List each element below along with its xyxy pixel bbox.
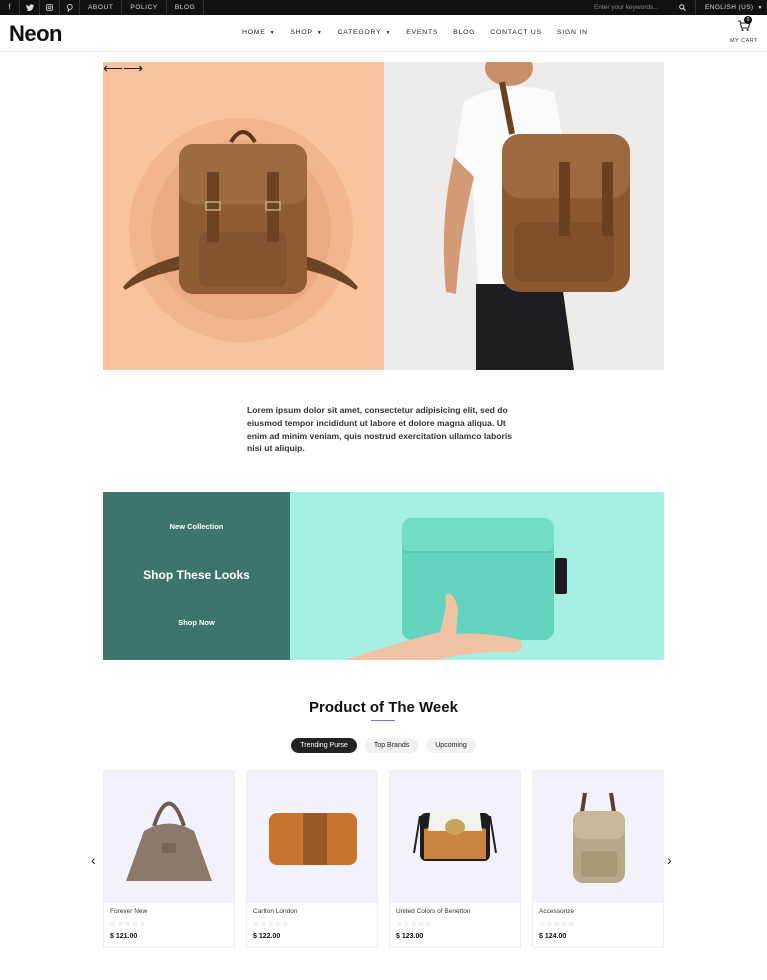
chevron-right-icon[interactable]: › bbox=[667, 852, 672, 868]
nav-item-sign-in[interactable]: SIGN IN bbox=[557, 29, 588, 36]
arrow-right-icon[interactable]: ⟶ bbox=[123, 61, 143, 75]
product-tabs: Trending Purse Top Brands Upcoming bbox=[0, 738, 767, 753]
tab-top-brands[interactable]: Top Brands bbox=[364, 738, 419, 753]
arrow-left-icon[interactable]: ⟵ bbox=[103, 61, 123, 75]
caret-down-icon: ▼ bbox=[316, 29, 323, 36]
hero-model-image bbox=[384, 62, 664, 370]
promo-banner: New Collection Shop These Looks Shop Now bbox=[103, 492, 664, 660]
top-bar: f ABOUT POLICY BLOG ENGLISH (US) ▼ bbox=[0, 0, 767, 15]
product-price: $ 124.00 bbox=[539, 933, 567, 940]
top-links: ABOUT POLICY BLOG bbox=[80, 0, 205, 15]
language-selector[interactable]: ENGLISH (US) ▼ bbox=[700, 0, 763, 15]
product-grid: Forever New ☆☆☆☆☆ $ 121.00 Carlton Londo… bbox=[103, 770, 664, 948]
policy-link[interactable]: POLICY bbox=[122, 0, 167, 15]
rating-stars: ☆☆☆☆☆ bbox=[253, 921, 290, 928]
hero-slider bbox=[103, 62, 664, 370]
nav-item-contact[interactable]: CONTACT US bbox=[490, 29, 542, 36]
intro-text: Lorem ipsum dolor sit amet, consectetur … bbox=[247, 405, 513, 454]
twitter-icon[interactable] bbox=[20, 0, 40, 15]
rating-stars: ☆☆☆☆☆ bbox=[539, 921, 576, 928]
chevron-down-icon: ▼ bbox=[757, 4, 763, 11]
product-price: $ 122.00 bbox=[253, 933, 281, 940]
product-card[interactable]: United Colors of Benetton ☆☆☆☆☆ $ 123.00 bbox=[389, 770, 521, 948]
nav-label: SIGN IN bbox=[556, 29, 588, 36]
nav-item-events[interactable]: EVENTS bbox=[406, 29, 438, 36]
language-label: ENGLISH (US) bbox=[705, 4, 754, 11]
title-underline bbox=[371, 720, 395, 721]
instagram-icon[interactable] bbox=[40, 0, 60, 15]
main-nav: HOME ▼ SHOP ▼ CATEGORY ▼ EVENTS BLOG CONTAC… bbox=[242, 29, 603, 36]
hero-product-image bbox=[103, 62, 384, 370]
social-links: f bbox=[0, 0, 80, 15]
nav-item-blog[interactable]: BLOG bbox=[453, 29, 475, 36]
nav-item-home[interactable]: HOME ▼ bbox=[242, 29, 275, 36]
nav-label: SHOP bbox=[290, 29, 313, 36]
cart-label: MY CART bbox=[729, 38, 759, 44]
product-card[interactable]: Carlton London ☆☆☆☆☆ $ 122.00 bbox=[246, 770, 378, 948]
product-card[interactable]: Forever New ☆☆☆☆☆ $ 121.00 bbox=[103, 770, 235, 948]
cart-button[interactable]: 0 MY CART bbox=[728, 16, 760, 44]
tab-upcoming[interactable]: Upcoming bbox=[426, 738, 476, 753]
product-price: $ 123.00 bbox=[396, 933, 424, 940]
product-price: $ 121.00 bbox=[110, 933, 138, 940]
nav-label: BLOG bbox=[453, 29, 476, 36]
search-input[interactable] bbox=[588, 2, 676, 13]
nav-item-shop[interactable]: SHOP ▼ bbox=[290, 29, 322, 36]
nav-label: EVENTS bbox=[406, 29, 439, 36]
promo-title: Shop These Looks bbox=[143, 568, 250, 582]
product-card[interactable]: Accessorize ☆☆☆☆☆ $ 124.00 bbox=[532, 770, 664, 948]
caret-down-icon: ▼ bbox=[269, 29, 276, 36]
nav-label: CONTACT US bbox=[490, 29, 542, 36]
facebook-icon[interactable]: f bbox=[0, 0, 20, 15]
logo[interactable]: Neon bbox=[9, 21, 63, 47]
nav-label: CATEGORY bbox=[337, 29, 382, 36]
product-image[interactable] bbox=[533, 771, 663, 903]
product-name[interactable]: Accessorize bbox=[539, 908, 574, 915]
rating-stars: ☆☆☆☆☆ bbox=[396, 921, 433, 928]
main-header: Neon HOME ▼ SHOP ▼ CATEGORY ▼ EVENTS BLOG C… bbox=[0, 15, 767, 52]
search-box bbox=[588, 0, 696, 15]
blog-link[interactable]: BLOG bbox=[167, 0, 205, 15]
caret-down-icon: ▼ bbox=[385, 29, 392, 36]
nav-item-category[interactable]: CATEGORY ▼ bbox=[338, 29, 392, 36]
product-image[interactable] bbox=[390, 771, 520, 903]
product-name[interactable]: Forever New bbox=[110, 908, 147, 915]
rating-stars: ☆☆☆☆☆ bbox=[110, 921, 147, 928]
nav-label: HOME bbox=[242, 29, 266, 36]
cart-icon: 0 bbox=[737, 16, 752, 32]
product-name[interactable]: United Colors of Benetton bbox=[396, 908, 470, 915]
product-image[interactable] bbox=[104, 771, 234, 903]
cart-count-badge: 0 bbox=[744, 16, 752, 24]
hero-arrows: ⟵ ⟶ bbox=[103, 61, 143, 75]
about-link[interactable]: ABOUT bbox=[80, 0, 123, 15]
promo-eyebrow: New Collection bbox=[169, 522, 224, 531]
product-image[interactable] bbox=[247, 771, 377, 903]
promo-image bbox=[290, 492, 664, 660]
product-name[interactable]: Carlton London bbox=[253, 908, 297, 915]
pinterest-icon[interactable] bbox=[60, 0, 80, 15]
search-icon[interactable] bbox=[676, 2, 688, 14]
chevron-left-icon[interactable]: ‹ bbox=[91, 852, 96, 868]
tab-trending-purse[interactable]: Trending Purse bbox=[291, 738, 357, 753]
shop-now-button[interactable]: Shop Now bbox=[103, 618, 290, 627]
promo-panel: New Collection Shop These Looks Shop Now bbox=[103, 492, 290, 660]
section-title: Product of The Week bbox=[309, 699, 458, 716]
